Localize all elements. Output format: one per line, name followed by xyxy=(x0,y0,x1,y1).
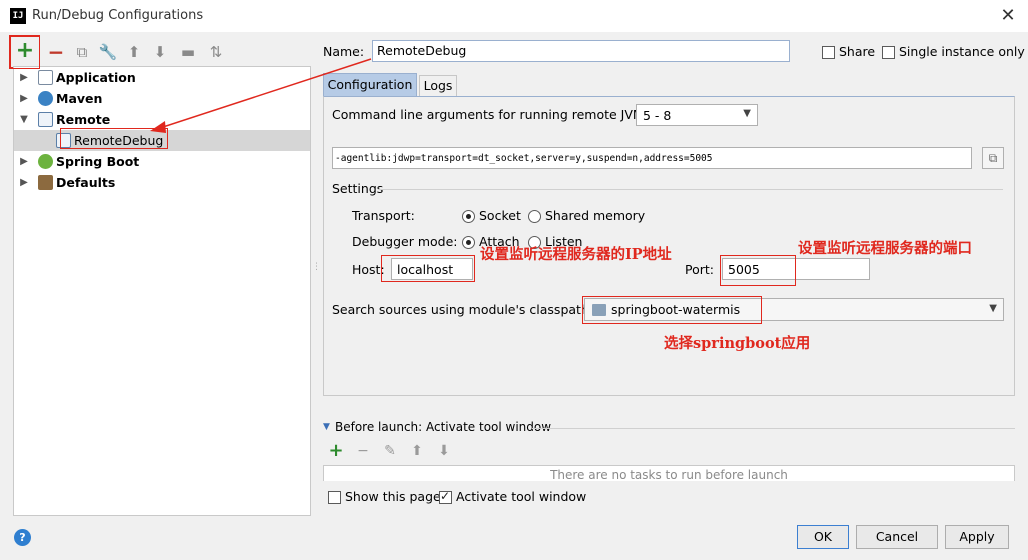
ok-button[interactable]: OK xyxy=(797,525,849,549)
tree-item-application[interactable]: ▶ Application xyxy=(14,67,310,88)
annotation-box-module xyxy=(582,296,762,324)
add-task-icon[interactable]: + xyxy=(327,442,345,460)
annotation-host-note: 设置监听远程服务器的IP地址 xyxy=(480,246,672,263)
settings-divider xyxy=(378,189,1003,190)
single-instance-checkbox[interactable] xyxy=(882,46,895,59)
before-launch-heading: Before launch: Activate tool window xyxy=(335,420,552,434)
cancel-button[interactable]: Cancel xyxy=(856,525,938,549)
debugger-mode-label: Debugger mode: xyxy=(352,234,458,249)
move-up-icon[interactable]: ⬆ xyxy=(124,42,144,62)
single-instance-label: Single instance only xyxy=(899,44,1025,59)
tree-item-label: Maven xyxy=(56,91,103,106)
transport-socket-radio[interactable] xyxy=(462,210,475,223)
share-checkbox[interactable] xyxy=(822,46,835,59)
help-icon[interactable]: ? xyxy=(14,529,31,546)
mode-attach-radio[interactable] xyxy=(462,236,475,249)
splitter-handle[interactable]: ⋮ xyxy=(312,262,321,272)
host-label: Host: xyxy=(352,262,385,277)
close-icon[interactable]: ✕ xyxy=(996,4,1020,28)
maven-icon xyxy=(38,91,53,106)
annotation-box-add xyxy=(9,35,40,69)
tree-item-defaults[interactable]: ▶ Defaults xyxy=(14,172,310,193)
name-label: Name: xyxy=(323,44,365,59)
move-down-icon[interactable]: ⬇ xyxy=(150,42,170,62)
annotation-port-note: 设置监听远程服务器的端口 xyxy=(798,240,972,257)
share-label: Share xyxy=(839,44,876,59)
port-label: Port: xyxy=(685,262,714,277)
copy-configuration-icon[interactable]: ⧉ xyxy=(72,42,92,62)
tab-configuration[interactable]: Configuration xyxy=(323,73,417,96)
tab-logs[interactable]: Logs xyxy=(419,75,457,96)
collapse-triangle-icon[interactable]: ▼ xyxy=(323,422,330,432)
annotation-box-remotedebug xyxy=(60,128,168,149)
folder-icon[interactable]: ▬ xyxy=(178,42,198,62)
remove-configuration-button[interactable]: − xyxy=(46,42,66,62)
show-page-checkbox[interactable] xyxy=(328,491,341,504)
window-title: Run/Debug Configurations xyxy=(32,8,204,23)
transport-label: Transport: xyxy=(352,208,415,223)
jvm-version-value: 5 - 8 xyxy=(643,108,672,123)
expand-arrow-icon[interactable]: ▶ xyxy=(18,151,30,172)
defaults-icon xyxy=(38,175,53,190)
jvm-version-select[interactable]: 5 - 8 ▼ xyxy=(636,104,758,126)
move-task-down-icon[interactable]: ⬇ xyxy=(435,442,453,460)
copy-icon[interactable]: ⧉ xyxy=(982,147,1004,169)
move-task-up-icon[interactable]: ⬆ xyxy=(408,442,426,460)
activate-window-checkbox[interactable] xyxy=(439,489,452,504)
apply-button[interactable]: Apply xyxy=(945,525,1009,549)
sort-icon[interactable]: ⇅ xyxy=(206,42,226,62)
activate-window-label: Activate tool window xyxy=(456,489,587,504)
remote-icon xyxy=(38,112,53,127)
before-launch-divider xyxy=(532,428,1015,429)
application-icon xyxy=(38,70,53,85)
remove-task-icon[interactable]: − xyxy=(354,442,372,460)
tree-item-label: Application xyxy=(56,70,136,85)
wrench-icon[interactable]: 🔧 xyxy=(98,42,118,62)
empty-tasks-text: There are no tasks to run before launch xyxy=(550,468,788,481)
settings-heading: Settings xyxy=(332,181,384,196)
module-classpath-label: Search sources using module's classpath: xyxy=(332,302,594,317)
transport-socket-label: Socket xyxy=(479,208,521,223)
transport-shared-memory-radio[interactable] xyxy=(528,210,541,223)
tree-item-remote[interactable]: ▼ Remote xyxy=(14,109,310,130)
edit-task-icon[interactable]: ✎ xyxy=(381,442,399,460)
transport-shared-memory-label: Shared memory xyxy=(545,208,646,223)
spring-boot-icon xyxy=(38,154,53,169)
chevron-down-icon: ▼ xyxy=(743,108,751,119)
agent-arguments-field[interactable]: -agentlib:jdwp=transport=dt_socket,serve… xyxy=(332,147,972,169)
tree-item-label: Defaults xyxy=(56,175,116,190)
chevron-down-icon: ▼ xyxy=(989,303,997,314)
annotation-box-port xyxy=(720,255,796,286)
intellij-icon: IJ xyxy=(10,8,26,24)
annotation-box-host xyxy=(381,255,475,282)
name-input[interactable]: RemoteDebug xyxy=(372,40,790,62)
expand-arrow-icon[interactable]: ▶ xyxy=(18,67,30,88)
tree-item-maven[interactable]: ▶ Maven xyxy=(14,88,310,109)
collapse-arrow-icon[interactable]: ▼ xyxy=(18,109,30,130)
expand-arrow-icon[interactable]: ▶ xyxy=(18,88,30,109)
tree-item-label: Spring Boot xyxy=(56,154,140,169)
annotation-module-note: 选择springboot应用 xyxy=(664,335,811,352)
expand-arrow-icon[interactable]: ▶ xyxy=(18,172,30,193)
show-page-label: Show this page xyxy=(345,489,441,504)
tree-item-label: Remote xyxy=(56,112,111,127)
before-launch-task-list[interactable]: There are no tasks to run before launch xyxy=(323,465,1015,481)
command-line-label: Command line arguments for running remot… xyxy=(332,107,644,122)
tree-item-spring-boot[interactable]: ▶ Spring Boot xyxy=(14,151,310,172)
